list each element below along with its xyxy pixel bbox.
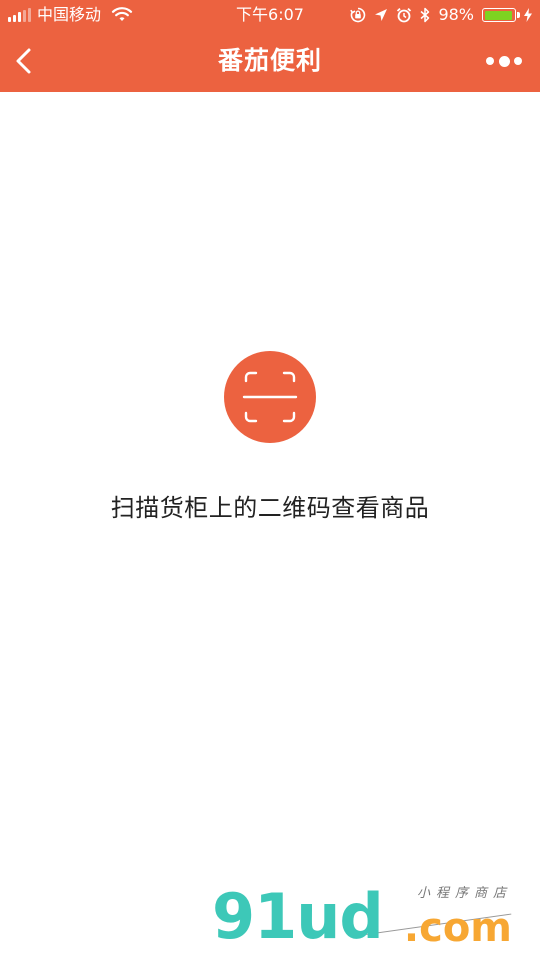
watermark-logo: 91ud — [212, 880, 384, 953]
scan-hint-text: 扫描货柜上的二维码查看商品 — [110, 494, 430, 522]
location-icon — [375, 9, 388, 21]
scan-button[interactable] — [224, 351, 316, 443]
alarm-icon — [397, 7, 412, 23]
more-button[interactable] — [486, 50, 522, 72]
status-right: 98% — [350, 0, 532, 30]
watermark: 小程序商店 91ud .com — [212, 882, 512, 952]
more-dots-icon — [514, 57, 522, 65]
more-dots-icon — [486, 57, 494, 65]
battery-icon — [482, 8, 520, 22]
bluetooth-icon — [420, 7, 430, 23]
orientation-lock-icon — [350, 7, 366, 23]
app-header: 中国移动 下午6:07 98% 番茄便利 — [0, 0, 540, 92]
watermark-domain: .com — [403, 905, 512, 951]
page-title: 番茄便利 — [217, 46, 322, 75]
watermark-tagline: 小程序商店 — [416, 886, 512, 901]
more-dots-icon — [498, 55, 510, 67]
battery-percent: 98% — [438, 5, 474, 24]
nav-bar: 番茄便利 — [0, 30, 540, 92]
scan-icon — [242, 371, 298, 423]
charging-icon — [524, 8, 532, 22]
status-bar: 中国移动 下午6:07 98% — [0, 0, 540, 30]
